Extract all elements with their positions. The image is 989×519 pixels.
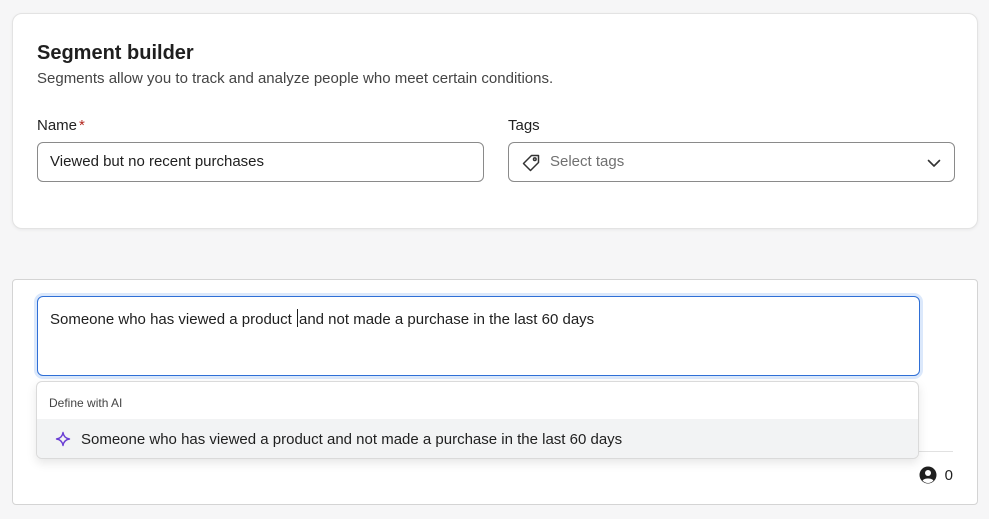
tags-select[interactable]: Select tags (508, 142, 955, 182)
person-icon (919, 466, 937, 484)
page-subtitle: Segments allow you to track and analyze … (37, 70, 554, 87)
dropdown-header: Define with AI (49, 396, 123, 410)
name-input[interactable]: Viewed but no recent purchases (37, 142, 484, 182)
count-value: 0 (944, 466, 953, 484)
text-caret (296, 309, 298, 327)
name-label: Name * (37, 117, 85, 134)
segment-details-card: Segment builder Segments allow you to tr… (12, 13, 978, 229)
ai-definition-input[interactable]: Someone who has viewed a product and not… (37, 296, 920, 376)
ai-suggestion-dropdown: Define with AI Someone who has viewed a … (36, 381, 919, 459)
ai-input-text-before: Someone who has viewed a product (50, 311, 296, 328)
sparkle-icon (55, 431, 71, 447)
ai-input-text-after: and not made a purchase in the last 60 d… (298, 311, 595, 328)
ai-suggestion-item[interactable]: Someone who has viewed a product and not… (37, 419, 918, 458)
tags-label: Tags (508, 117, 540, 134)
required-mark: * (79, 117, 85, 134)
tags-placeholder: Select tags (550, 153, 625, 170)
profile-count: 0 (919, 466, 953, 484)
ai-suggestion-text: Someone who has viewed a product and not… (81, 430, 623, 448)
tag-icon (522, 154, 540, 172)
chevron-down-icon[interactable] (926, 155, 942, 171)
name-label-text: Name (37, 117, 78, 134)
page-title: Segment builder (37, 42, 194, 64)
